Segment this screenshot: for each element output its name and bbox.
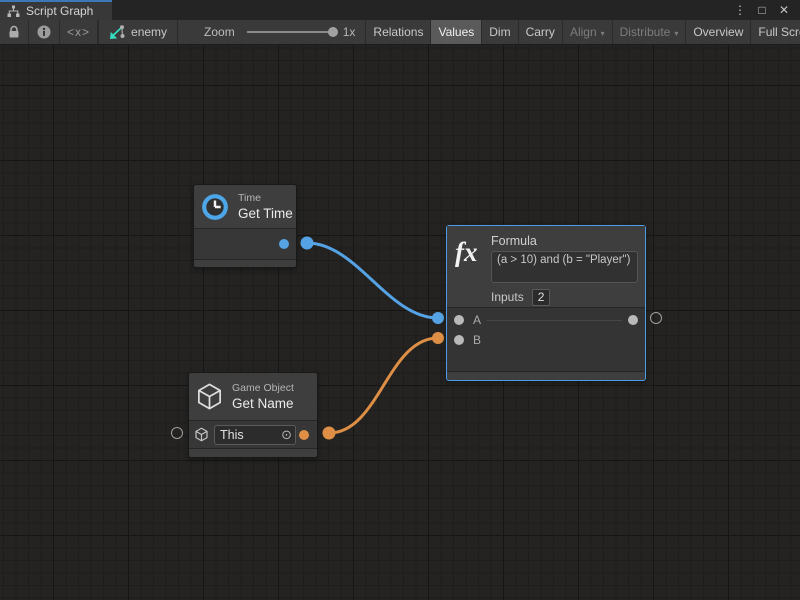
- chevron-down-icon: ▾: [601, 29, 605, 38]
- node-category: Game Object: [232, 382, 294, 395]
- formula-expression-input[interactable]: (a > 10) and (b = "Player"): [491, 251, 638, 283]
- port-row-b: B: [447, 330, 645, 350]
- port-label-b: B: [473, 333, 481, 347]
- zoom-value: 1x: [343, 25, 356, 39]
- get-name-input-hollow-port[interactable]: [171, 427, 183, 439]
- node-formula-footer: [447, 371, 645, 380]
- node-formula-header: fx Formula (a > 10) and (b = "Player") I…: [447, 226, 645, 307]
- code-preview-button[interactable]: <x>: [60, 20, 98, 44]
- target-object-value: This: [215, 428, 281, 442]
- distribute-button[interactable]: Distribute ▾: [613, 20, 687, 44]
- inputs-label: Inputs: [491, 290, 524, 304]
- info-icon: [37, 25, 51, 39]
- zoom-control: Zoom 1x: [178, 20, 365, 44]
- wires-layer: [0, 45, 800, 600]
- graph-name-label: enemy: [131, 25, 167, 39]
- node-formula-ports: A B: [447, 307, 645, 371]
- title-bar: Script Graph ⋮ □ ✕: [0, 0, 800, 20]
- dim-button[interactable]: Dim: [482, 20, 518, 44]
- menu-icon[interactable]: ⋮: [732, 0, 748, 20]
- wire-get-name-to-formula-b[interactable]: [329, 338, 438, 433]
- script-graph-icon: [7, 5, 20, 18]
- wire-get-time-to-formula-a[interactable]: [307, 243, 438, 318]
- distribute-label: Distribute: [620, 25, 671, 39]
- formula-output-hollow-port[interactable]: [650, 312, 662, 324]
- node-title: Get Name: [232, 395, 294, 412]
- wire-endpoint-orange-start[interactable]: [323, 427, 336, 440]
- carry-button[interactable]: Carry: [519, 20, 563, 44]
- wire-endpoint-blue-end[interactable]: [432, 312, 444, 324]
- node-get-time-footer: [194, 259, 296, 267]
- node-get-name-header: Game Object Get Name: [189, 373, 317, 420]
- code-icon: <x>: [67, 25, 90, 39]
- graph-toolbar: <x> enemy Zoom 1x Relations Values Dim C…: [0, 20, 800, 45]
- node-get-time-header: Time Get Time: [194, 185, 296, 228]
- overview-button[interactable]: Overview: [686, 20, 751, 44]
- zoom-slider[interactable]: [247, 31, 333, 33]
- cube-icon: [195, 382, 224, 411]
- input-port-a[interactable]: [454, 315, 464, 325]
- align-button[interactable]: Align ▾: [563, 20, 613, 44]
- maximize-icon[interactable]: □: [754, 0, 770, 20]
- node-get-name-footer: [189, 448, 317, 457]
- relations-button[interactable]: Relations: [366, 20, 431, 44]
- node-title: Get Time: [238, 205, 293, 222]
- fullscreen-button[interactable]: Full Screen: [751, 20, 800, 44]
- node-get-name-ports: This ⊙: [189, 420, 317, 448]
- node-get-name[interactable]: Game Object Get Name This ⊙: [188, 372, 318, 458]
- zoom-label: Zoom: [204, 25, 235, 39]
- output-port-name[interactable]: [299, 430, 309, 440]
- align-label: Align: [570, 25, 597, 39]
- graph-select-button[interactable]: enemy: [98, 20, 178, 44]
- node-get-time[interactable]: Time Get Time: [193, 184, 297, 268]
- graph-asset-icon: [109, 24, 125, 40]
- cube-icon-small: [194, 427, 209, 442]
- node-category: Time: [238, 192, 293, 205]
- input-port-b[interactable]: [454, 335, 464, 345]
- node-get-time-ports: [194, 228, 296, 259]
- output-port-seconds[interactable]: [279, 239, 289, 249]
- output-port-result[interactable]: [628, 315, 638, 325]
- wire-endpoint-blue-start[interactable]: [301, 237, 314, 250]
- object-picker-icon[interactable]: ⊙: [281, 428, 295, 441]
- values-button[interactable]: Values: [431, 20, 482, 44]
- chevron-down-icon: ▾: [674, 29, 678, 38]
- row-grid-line: [487, 320, 622, 321]
- tab-script-graph[interactable]: Script Graph: [0, 0, 112, 20]
- wire-endpoint-orange-end[interactable]: [432, 332, 444, 344]
- lock-button[interactable]: [0, 20, 29, 44]
- port-label-a: A: [473, 313, 481, 327]
- inputs-count-input[interactable]: 2: [532, 289, 551, 306]
- zoom-slider-handle[interactable]: [328, 27, 338, 37]
- lock-icon: [8, 25, 20, 39]
- target-object-field[interactable]: This ⊙: [214, 425, 296, 445]
- graph-canvas[interactable]: Time Get Time fx Formula (a > 10) and (b…: [0, 45, 800, 600]
- close-icon[interactable]: ✕: [776, 0, 792, 20]
- tab-title: Script Graph: [26, 4, 93, 18]
- clock-icon: [200, 192, 230, 222]
- node-title: Formula: [491, 231, 638, 251]
- node-formula[interactable]: fx Formula (a > 10) and (b = "Player") I…: [446, 225, 646, 381]
- info-button[interactable]: [29, 20, 60, 44]
- toolbar-right-group: Relations Values Dim Carry Align ▾ Distr…: [365, 20, 800, 44]
- window-controls: ⋮ □ ✕: [732, 0, 800, 20]
- port-row-a: A: [447, 310, 645, 330]
- fx-icon: fx: [455, 237, 491, 307]
